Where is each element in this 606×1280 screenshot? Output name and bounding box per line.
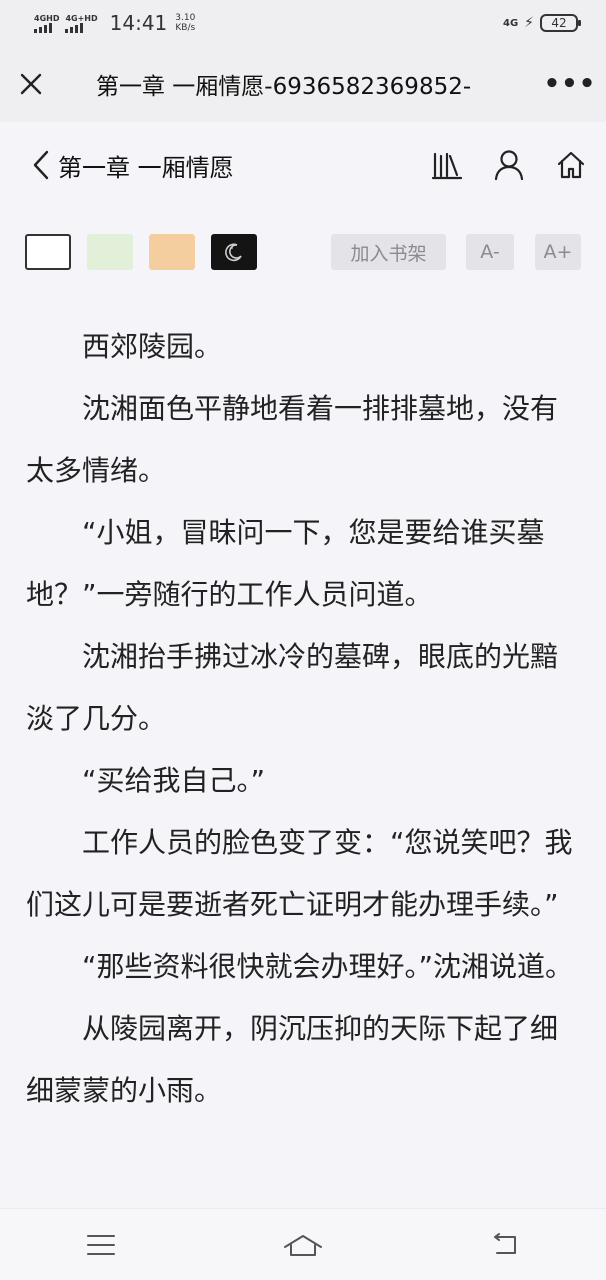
home-nav-icon: [284, 1234, 322, 1256]
paragraph: 沈湘面色平静地看着一排排墓地，没有太多情绪。: [26, 392, 559, 487]
close-button[interactable]: [0, 46, 62, 122]
app-header: 第一章 一厢情愿-6936582369852- •••: [0, 46, 606, 122]
bookshelf-button[interactable]: [430, 148, 464, 182]
theme-white-swatch[interactable]: [25, 234, 71, 270]
font-increase-button[interactable]: A+: [535, 234, 581, 270]
paragraph: 工作人员的脸色变了变：“您说笑吧？我们这儿可是要逝者死亡证明才能办理手续。”: [26, 826, 573, 921]
chapter-content: 西郊陵园。 沈湘面色平静地看着一排排墓地，没有太多情绪。 “小姐，冒昧问一下，您…: [26, 316, 578, 1122]
back-nav-icon: [494, 1232, 516, 1254]
home-button[interactable]: [554, 148, 588, 182]
charging-icon: ⚡: [524, 15, 534, 31]
battery-level: 42: [551, 16, 567, 30]
network-label-2: 4G+HD: [65, 13, 98, 23]
page-title: 第一章 一厢情愿-6936582369852-: [96, 74, 472, 100]
paragraph: 西郊陵园。: [82, 330, 223, 363]
system-nav-bar: [0, 1208, 606, 1280]
user-icon: [494, 150, 524, 181]
signal-bars-icon: [34, 22, 52, 33]
paragraph: “小姐，冒昧问一下，您是要给谁买墓地？”一旁随行的工作人员问道。: [26, 516, 545, 611]
back-button[interactable]: [0, 122, 56, 208]
speed-value: 3.10: [175, 13, 196, 23]
signal-1: 4GHD: [34, 14, 59, 33]
chapter-bar: 第一章 一厢情愿: [0, 122, 606, 208]
network-label-1: 4GHD: [34, 13, 60, 23]
close-icon: [20, 73, 42, 95]
font-decrease-button[interactable]: A-: [466, 234, 514, 270]
paragraph: 沈湘抬手拂过冰冷的墓碑，眼底的光黯淡了几分。: [26, 640, 559, 735]
paragraph: “买给我自己。”: [82, 764, 266, 797]
clock: 14:41: [109, 11, 168, 35]
reader-view: 第一章 一厢情愿 加入书架 A- A+ 西郊陵园。 沈湘面色平静地看着一排排墓地…: [0, 122, 606, 1208]
add-to-shelf-button[interactable]: 加入书架: [331, 234, 446, 270]
status-bar: 4GHD 4G+HD 14:41 3.10 KB/s 4G ⚡ 42: [0, 0, 606, 46]
theme-orange-swatch[interactable]: [149, 234, 195, 270]
more-button[interactable]: •••: [534, 46, 606, 122]
paragraph: 从陵园离开，阴沉压抑的天际下起了细细蒙蒙的小雨。: [26, 1012, 559, 1107]
user-button[interactable]: [492, 148, 526, 182]
chapter-title: 第一章 一厢情愿: [58, 153, 234, 182]
back-nav-button[interactable]: [475, 1220, 535, 1270]
chevron-left-icon: [33, 150, 49, 180]
home-nav-button[interactable]: [273, 1220, 333, 1270]
moon-icon: [225, 243, 242, 262]
theme-green-swatch[interactable]: [87, 234, 133, 270]
paragraph: “那些资料很快就会办理好。”沈湘说道。: [82, 950, 574, 983]
signal-2: 4G+HD: [65, 13, 98, 33]
menu-icon: [87, 1234, 115, 1255]
battery-icon: 42: [540, 14, 581, 32]
home-icon: [557, 151, 585, 179]
bookshelf-icon: [431, 152, 463, 180]
speed-unit: KB/s: [175, 23, 196, 33]
signal-bars-icon: [65, 22, 84, 33]
reader-toolbar: 加入书架 A- A+: [0, 234, 606, 272]
network-type: 4G: [502, 17, 519, 29]
network-speed: 3.10 KB/s: [175, 13, 195, 33]
theme-night-swatch[interactable]: [211, 234, 257, 270]
menu-nav-button[interactable]: [71, 1220, 131, 1270]
